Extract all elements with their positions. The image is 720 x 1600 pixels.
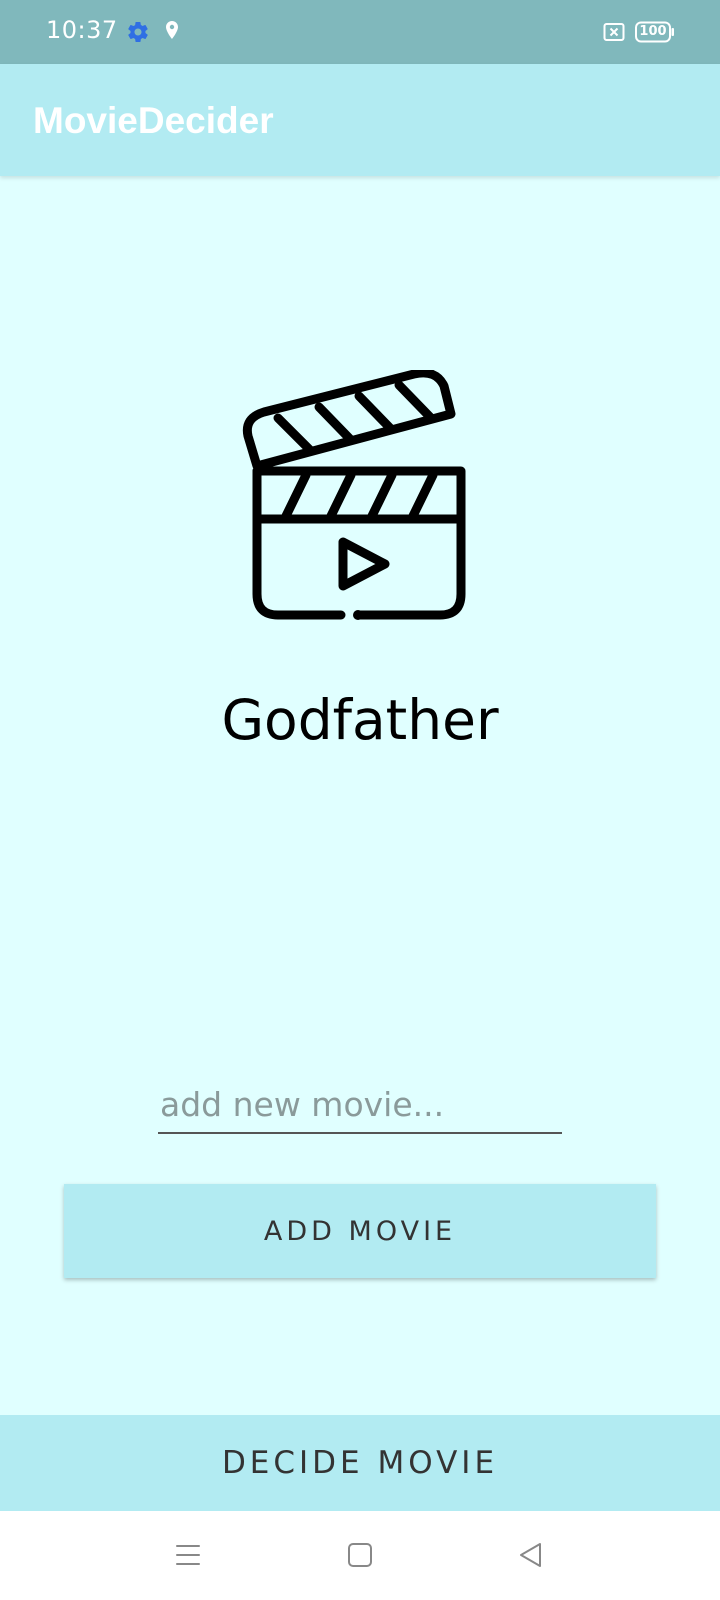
decide-movie-button[interactable]: DECIDE MOVIE [0,1415,720,1511]
add-movie-button[interactable]: ADD MOVIE [64,1184,656,1278]
battery-level: 100 [639,24,667,39]
app-bar: MovieDecider [0,64,720,176]
location-pin-icon [166,21,178,39]
back-icon[interactable] [518,1542,544,1568]
home-icon[interactable] [347,1542,373,1568]
settings-gear-icon [128,22,148,43]
status-bar: 10:37 100 [0,0,720,64]
movie-clapperboard-icon [242,370,466,620]
navigation-bar [0,1511,720,1600]
new-movie-input[interactable] [158,1082,562,1134]
current-movie-name: Godfather [221,688,499,752]
status-time: 10:37 [46,16,118,44]
sim-x-icon [603,23,625,41]
app-title: MovieDecider [33,100,274,141]
menu-icon[interactable] [175,1542,201,1568]
